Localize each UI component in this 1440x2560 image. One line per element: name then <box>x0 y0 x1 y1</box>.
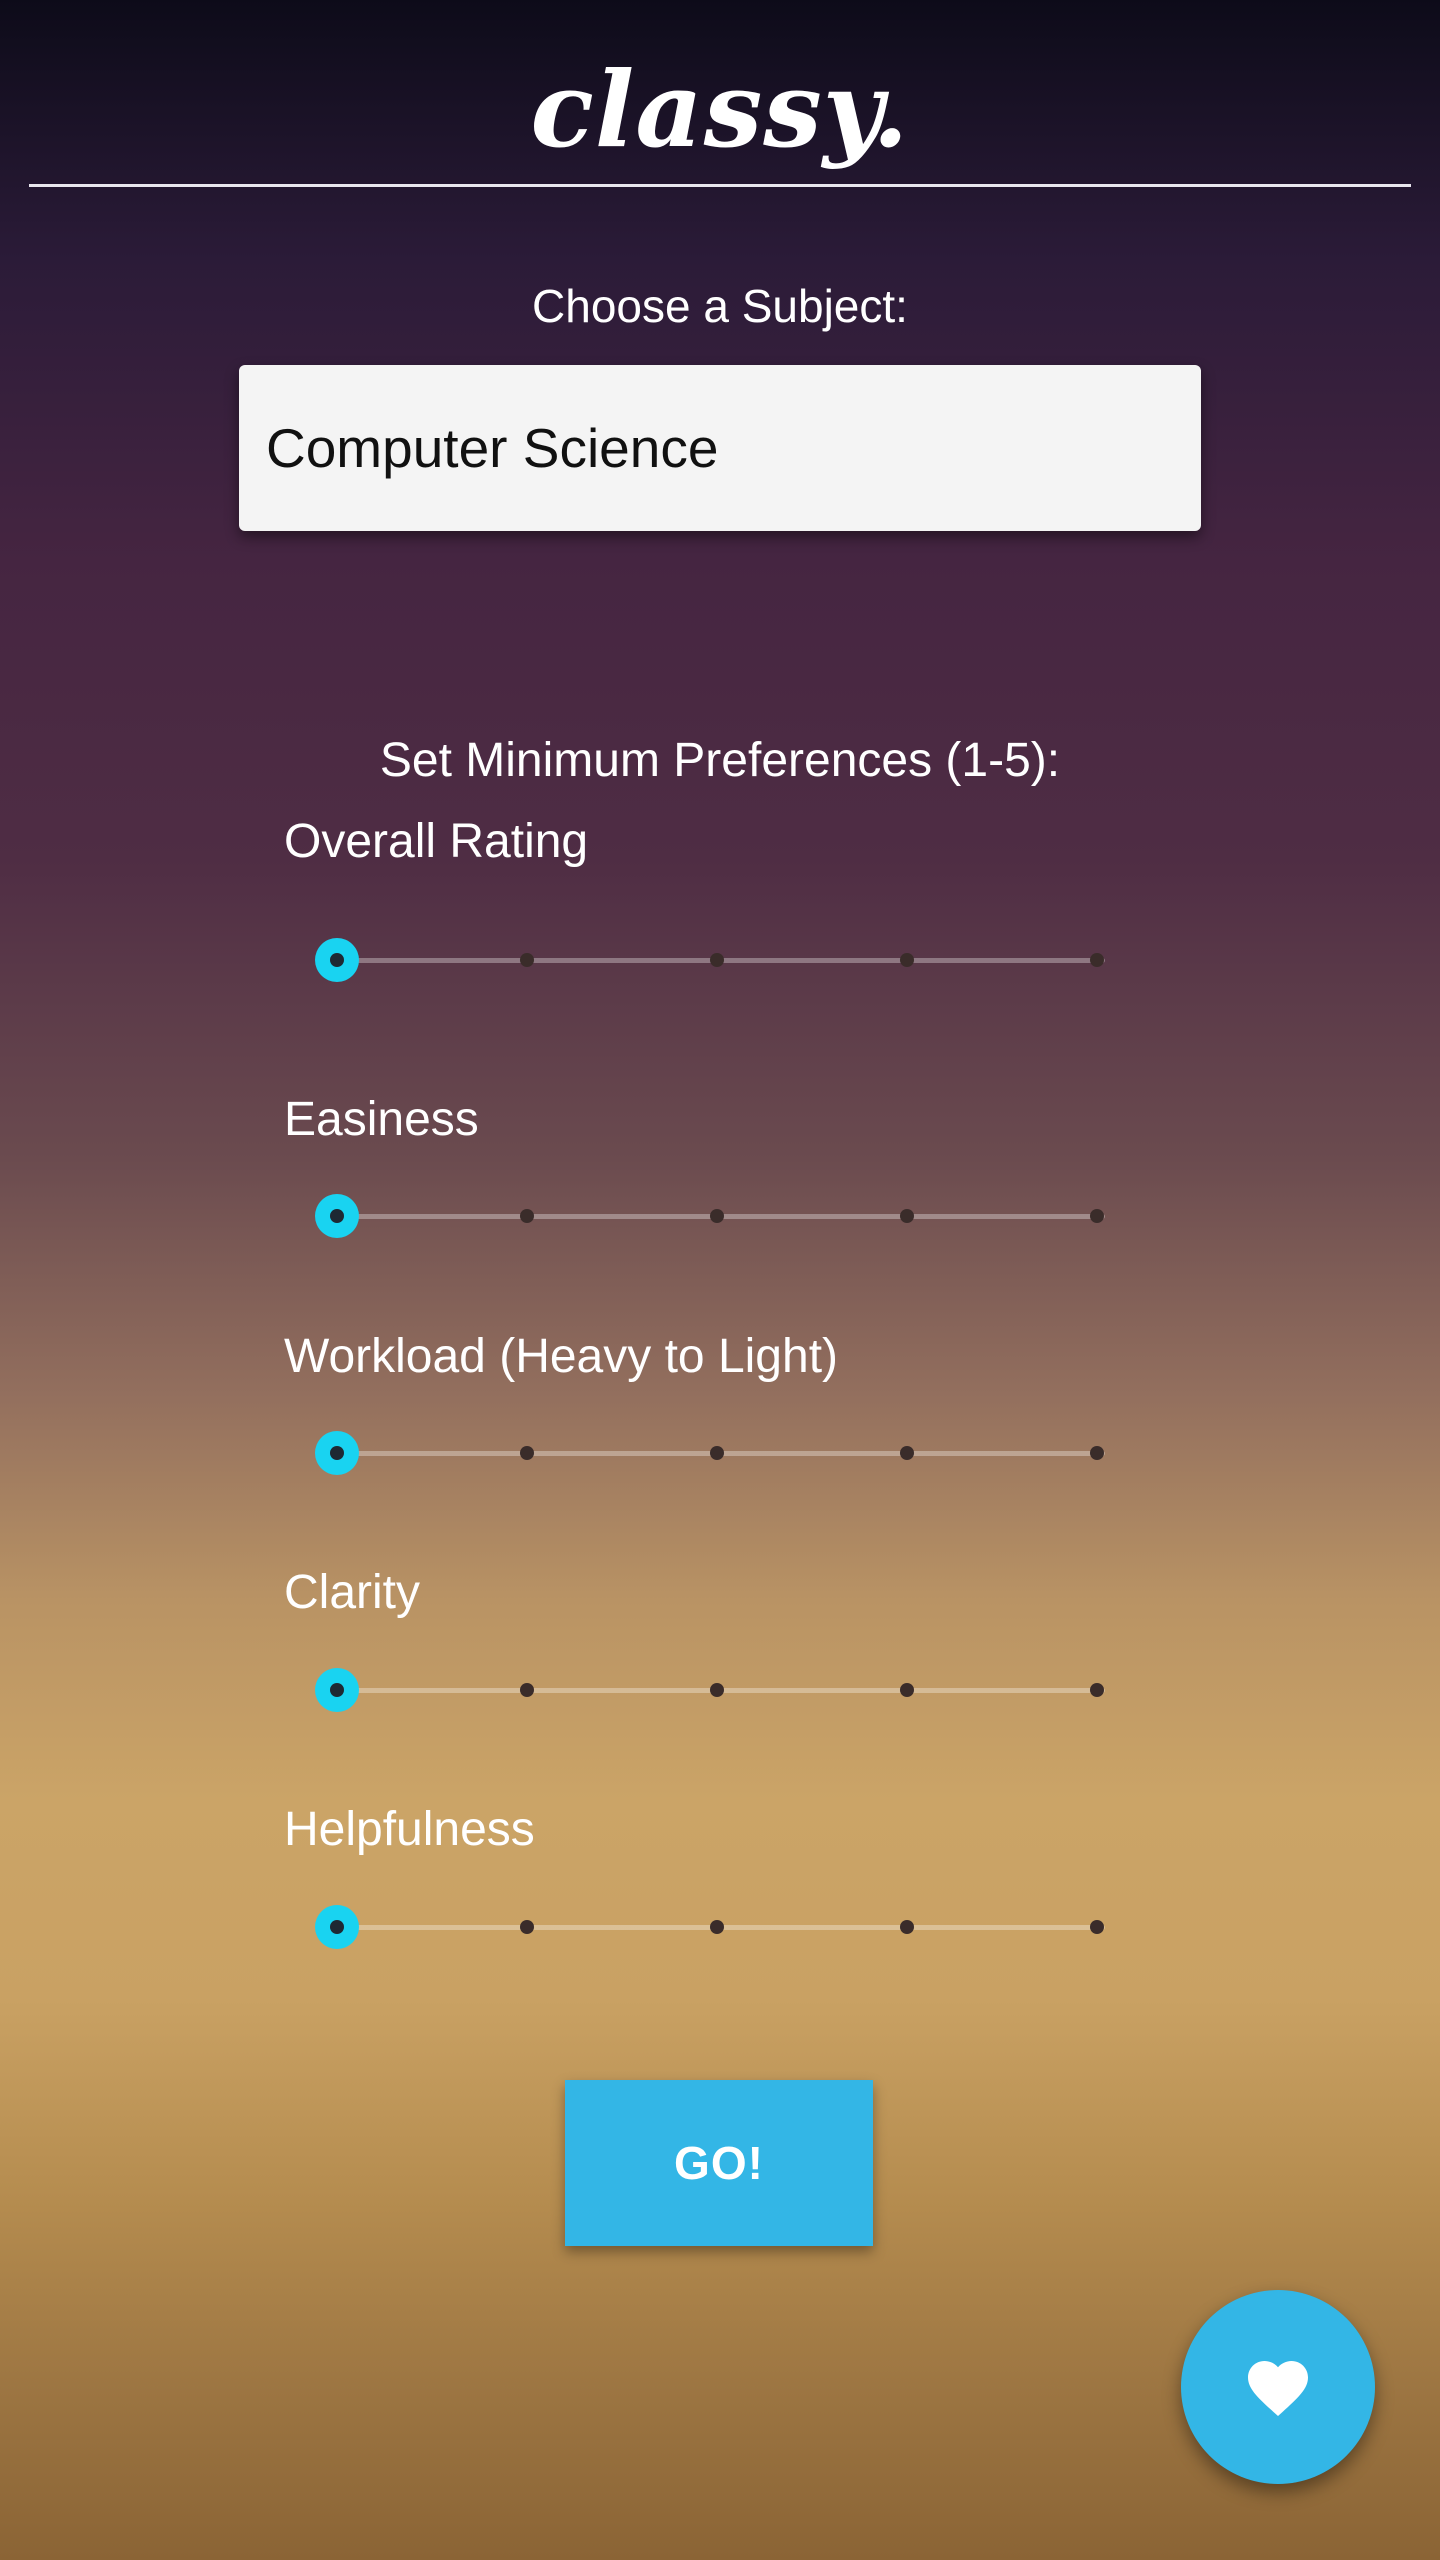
slider-tick <box>520 1446 534 1460</box>
slider-tick <box>520 1683 534 1697</box>
clarity-label: Clarity <box>284 1566 421 1619</box>
helpfulness-slider[interactable] <box>315 1902 1105 1952</box>
slider-tick <box>520 1920 534 1934</box>
slider-tick <box>1090 1446 1104 1460</box>
slider-tick <box>1090 1683 1104 1697</box>
slider-thumb[interactable] <box>315 1668 359 1712</box>
favorite-button[interactable] <box>1181 2290 1375 2484</box>
app-logo: classy. <box>530 48 910 171</box>
helpfulness-label: Helpfulness <box>284 1803 535 1856</box>
preferences-heading: Set Minimum Preferences (1-5): <box>379 734 1061 787</box>
slider-tick <box>710 1446 724 1460</box>
go-button[interactable]: GO! <box>565 2080 873 2246</box>
header-divider <box>29 184 1411 187</box>
slider-thumb[interactable] <box>315 1194 359 1238</box>
easiness-slider[interactable] <box>315 1191 1105 1241</box>
slider-tick <box>710 1209 724 1223</box>
slider-tick <box>900 1920 914 1934</box>
overall-rating-label: Overall Rating <box>284 815 589 868</box>
slider-tick <box>1090 953 1104 967</box>
clarity-slider[interactable] <box>315 1665 1105 1715</box>
slider-thumb[interactable] <box>315 938 359 982</box>
slider-tick <box>900 953 914 967</box>
slider-tick <box>1090 1209 1104 1223</box>
easiness-label: Easiness <box>284 1093 479 1146</box>
subject-label: Choose a Subject: <box>532 280 908 332</box>
slider-tick <box>900 1683 914 1697</box>
workload-label: Workload (Heavy to Light) <box>284 1330 839 1383</box>
heart-icon <box>1241 2352 1315 2423</box>
slider-tick <box>710 1920 724 1934</box>
slider-tick <box>520 1209 534 1223</box>
slider-tick <box>900 1209 914 1223</box>
workload-slider[interactable] <box>315 1428 1105 1478</box>
slider-thumb[interactable] <box>315 1905 359 1949</box>
slider-tick <box>710 953 724 967</box>
slider-tick <box>900 1446 914 1460</box>
slider-tick <box>710 1683 724 1697</box>
subject-dropdown[interactable]: Computer Science <box>239 365 1201 531</box>
slider-tick <box>1090 1920 1104 1934</box>
overall-rating-slider[interactable] <box>315 935 1105 985</box>
slider-thumb[interactable] <box>315 1431 359 1475</box>
slider-tick <box>520 953 534 967</box>
subject-selected-value: Computer Science <box>266 417 719 479</box>
